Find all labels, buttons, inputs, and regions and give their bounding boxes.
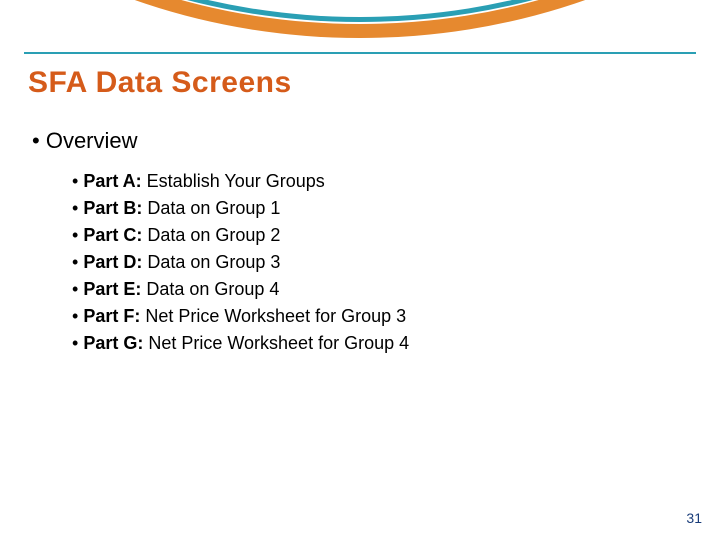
list-item: Part G: Net Price Worksheet for Group 4	[72, 330, 692, 357]
part-label: Part B:	[83, 198, 142, 218]
list-item: Part D: Data on Group 3	[72, 249, 692, 276]
page-title: SFA Data Screens	[28, 66, 292, 100]
part-text: Data on Group 3	[147, 252, 280, 272]
list-item: Part B: Data on Group 1	[72, 195, 692, 222]
list-item: Part C: Data on Group 2	[72, 222, 692, 249]
page-number: 31	[686, 510, 702, 526]
header-arc-orange	[0, 0, 720, 38]
part-label: Part G:	[83, 333, 143, 353]
bullet-list-level1: Overview Part A: Establish Your Groups P…	[28, 128, 692, 357]
part-text: Establish Your Groups	[147, 171, 325, 191]
part-text: Net Price Worksheet for Group 4	[148, 333, 409, 353]
list-item: Part F: Net Price Worksheet for Group 3	[72, 303, 692, 330]
list-item: Part A: Establish Your Groups	[72, 168, 692, 195]
overview-label: Overview	[46, 128, 138, 153]
part-label: Part A:	[83, 171, 141, 191]
part-text: Net Price Worksheet for Group 3	[145, 306, 406, 326]
part-label: Part D:	[83, 252, 142, 272]
part-text: Data on Group 2	[147, 225, 280, 245]
part-label: Part E:	[83, 279, 141, 299]
content-area: Overview Part A: Establish Your Groups P…	[28, 128, 692, 357]
slide: SFA Data Screens Overview Part A: Establ…	[0, 0, 720, 540]
bullet-list-level2: Part A: Establish Your Groups Part B: Da…	[32, 168, 692, 357]
list-item: Part E: Data on Group 4	[72, 276, 692, 303]
part-text: Data on Group 1	[147, 198, 280, 218]
overview-item: Overview Part A: Establish Your Groups P…	[32, 128, 692, 357]
part-text: Data on Group 4	[146, 279, 279, 299]
header-rule	[24, 52, 696, 54]
part-label: Part F:	[83, 306, 140, 326]
part-label: Part C:	[83, 225, 142, 245]
